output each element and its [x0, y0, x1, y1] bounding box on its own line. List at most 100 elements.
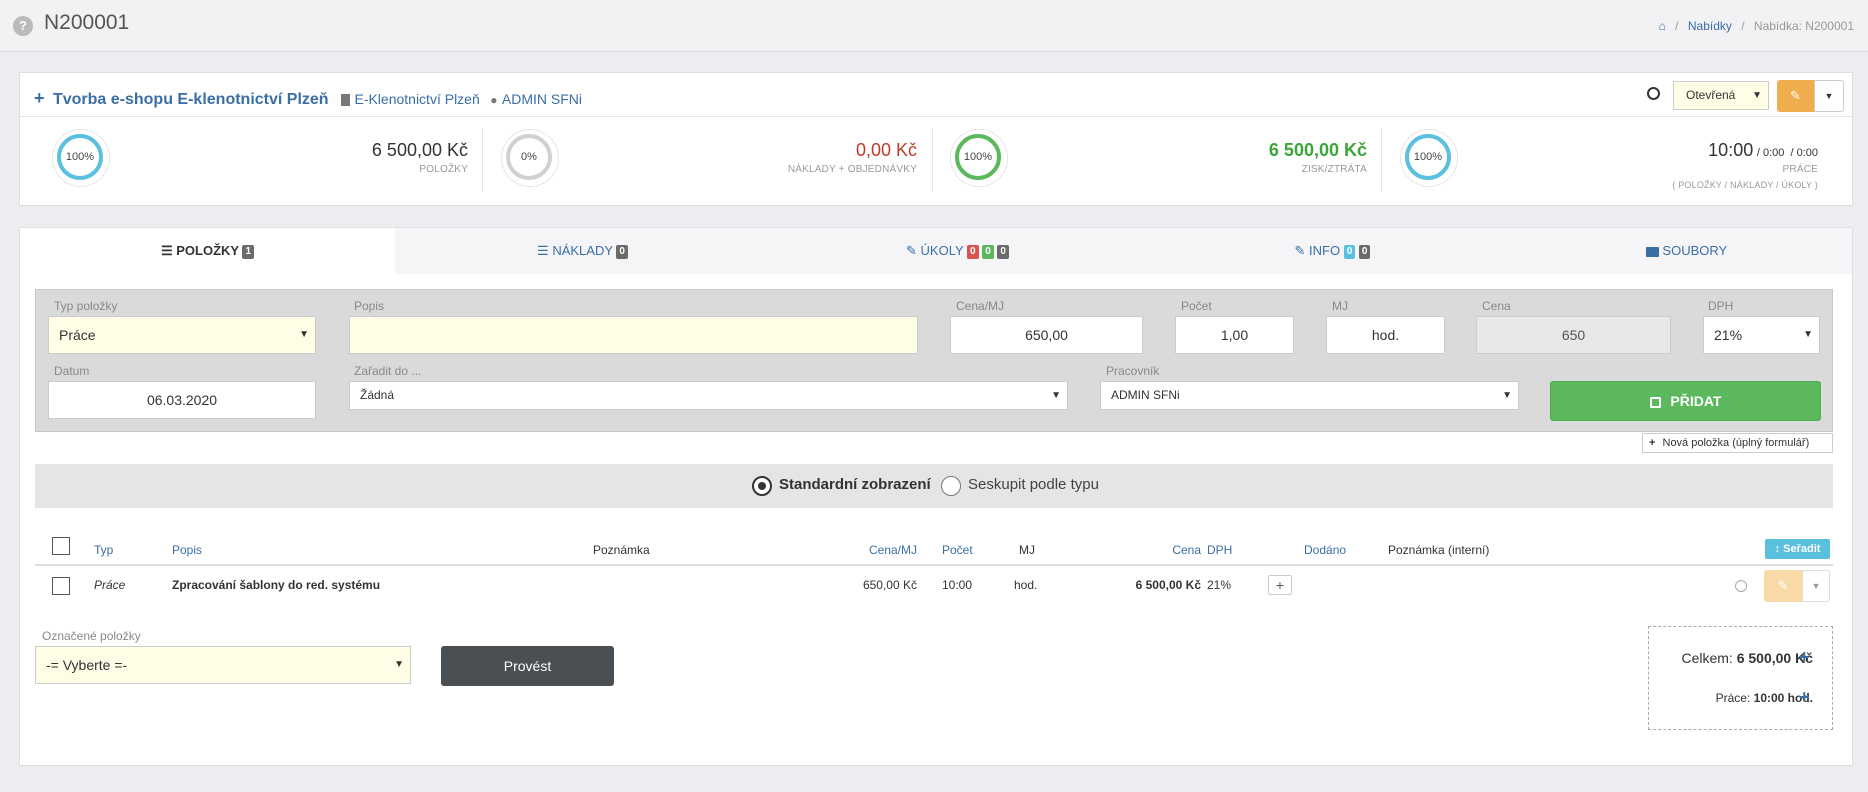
dph-label: DPH	[1708, 299, 1734, 313]
stat-progress-profit: 100%	[950, 129, 1008, 187]
chevron-down-icon: ▼	[1502, 390, 1512, 401]
help-icon[interactable]: ?	[13, 16, 33, 36]
col-cena[interactable]: Cena	[1101, 543, 1201, 557]
stat-work-value: 10:00 / 0:00 / 0:00	[1708, 140, 1818, 160]
offer-user[interactable]: ADMIN SFNi	[502, 91, 582, 107]
col-typ[interactable]: Typ	[94, 543, 113, 557]
zaradit-label: Zařadit do ...	[354, 364, 422, 378]
breadcrumb-link-nabidky[interactable]: Nabídky	[1688, 19, 1732, 33]
plus-icon[interactable]: +	[34, 88, 45, 108]
divider	[482, 128, 483, 192]
stat-progress-work: 100%	[1400, 129, 1458, 187]
pocet-input[interactable]: 1,00	[1175, 316, 1294, 354]
breadcrumb-current: Nabídka: N200001	[1753, 19, 1854, 33]
popis-input[interactable]	[349, 316, 918, 354]
cena-label: Cena	[1482, 299, 1511, 313]
stat-progress-costs: 0%	[501, 129, 559, 187]
clock-icon[interactable]	[1647, 87, 1660, 100]
divider	[932, 128, 933, 192]
pracovnik-select[interactable]: ADMIN SFNi ▼	[1100, 381, 1519, 410]
edit-button[interactable]: ✎	[1777, 80, 1814, 112]
pracovnik-label: Pracovník	[1106, 364, 1160, 378]
execute-button[interactable]: Provést	[441, 646, 614, 686]
popis-label: Popis	[354, 299, 385, 313]
user-icon: ●	[490, 93, 498, 107]
sort-button[interactable]: ↕ Seřadit	[1765, 539, 1830, 559]
offer-company[interactable]: E-Klenotnictví Plzeň	[354, 91, 479, 107]
radio-dot	[758, 482, 766, 490]
cena-mj-input[interactable]: 650,00	[950, 316, 1143, 354]
new-item-full-form-button[interactable]: + Nová položka (úplný formulář)	[1642, 433, 1833, 453]
datum-input[interactable]: 06.03.2020	[48, 381, 316, 419]
home-icon[interactable]: ⌂	[1659, 19, 1666, 33]
tab-ukoly[interactable]: ✎ ÚKOLY 0 0 0	[770, 228, 1145, 274]
row-typ: Práce	[94, 578, 126, 592]
summary-total-plus-icon[interactable]: +	[1799, 647, 1810, 668]
row-dph: 21%	[1207, 578, 1232, 592]
edit-dropdown-button[interactable]: ▼	[1814, 80, 1844, 112]
col-popis[interactable]: Popis	[172, 543, 202, 557]
row-edit-dropdown-button[interactable]: ▼	[1802, 570, 1830, 602]
stat-costs-value: 0,00 Kč	[855, 140, 917, 160]
row-clock-icon[interactable]	[1735, 580, 1747, 592]
radio-group-label[interactable]: Seskupit podle typu	[968, 476, 1099, 493]
mj-label: MJ	[1332, 299, 1348, 313]
stat-items-value: 6 500,00 Kč	[371, 140, 468, 160]
chevron-down-icon: ▼	[394, 659, 404, 670]
typ-label: Typ položky	[54, 299, 118, 313]
tab-info[interactable]: ✎ INFO 0 0	[1145, 228, 1520, 274]
save-icon	[1649, 396, 1661, 408]
row-checkbox[interactable]	[52, 577, 70, 595]
page-header	[0, 0, 1868, 52]
col-poznamka: Poznámka	[593, 543, 650, 557]
select-all-checkbox[interactable]	[52, 537, 70, 555]
add-button[interactable]: PŘIDAT	[1550, 381, 1821, 421]
row-cena-mj: 650,00 Kč	[862, 578, 917, 592]
zaradit-select[interactable]: Žádná ▼	[349, 381, 1068, 410]
status-select[interactable]: Otevřená ▼	[1673, 81, 1769, 110]
offer-name[interactable]: Tvorba e-shopu E-klenotnictví Plzeň	[53, 91, 329, 108]
pocet-label: Počet	[1181, 299, 1212, 313]
stat-costs-label: NÁKLADY + OBJEDNÁVKY	[787, 164, 917, 175]
bulk-action-select[interactable]: -= Vyberte =- ▼	[35, 646, 411, 684]
pencil-icon: ✎	[906, 243, 917, 258]
row-pocet: 10:00	[942, 578, 973, 592]
stat-profit-label: ZISK/ZTRÁTA	[1301, 164, 1367, 175]
summary-work-plus-icon[interactable]: +	[1799, 687, 1810, 708]
row-add-delivery-button[interactable]: +	[1268, 575, 1292, 595]
summary-total: Celkem: 6 500,00 Kč	[1681, 650, 1813, 666]
tab-soubory[interactable]: SOUBORY	[1520, 228, 1853, 274]
typ-select[interactable]: Práce ▼	[48, 316, 316, 354]
summary-work: Práce: 10:00 hod.	[1715, 691, 1813, 705]
chevron-down-icon: ▼	[1803, 329, 1813, 340]
cena-mj-label: Cena/MJ	[956, 299, 1005, 313]
divider	[1381, 128, 1382, 192]
datum-label: Datum	[54, 364, 90, 378]
status-value: Otevřená	[1686, 88, 1736, 102]
plus-icon: +	[1649, 437, 1656, 449]
col-pocet[interactable]: Počet	[942, 543, 973, 557]
list-icon: ☰	[160, 243, 173, 258]
stat-items-label: POLOŽKY	[419, 164, 468, 175]
tab-naklady[interactable]: ☰ NÁKLADY 0	[395, 228, 770, 274]
row-popis[interactable]: Zpracování šablony do red. systému	[172, 578, 380, 592]
dph-select[interactable]: 21% ▼	[1703, 316, 1820, 354]
radio-group[interactable]	[941, 476, 961, 496]
mj-input[interactable]: hod.	[1326, 316, 1445, 354]
chevron-down-icon: ▼	[1752, 90, 1762, 101]
row-cena: 6 500,00 Kč	[1135, 578, 1201, 592]
col-cena-mj[interactable]: Cena/MJ	[817, 543, 917, 557]
radio-standard[interactable]	[752, 476, 772, 496]
tab-polozky[interactable]: ☰ POLOŽKY 1	[20, 228, 395, 274]
stat-profit-value: 6 500,00 Kč	[1268, 140, 1367, 160]
row-edit-button[interactable]: ✎	[1764, 570, 1802, 602]
col-dodano[interactable]: Dodáno	[1304, 543, 1346, 557]
sort-icon: ↕	[1774, 543, 1781, 555]
table-header-border	[35, 564, 1833, 566]
col-dph[interactable]: DPH	[1207, 543, 1232, 557]
building-icon	[341, 93, 351, 106]
radio-standard-label[interactable]: Standardní zobrazení	[779, 476, 931, 493]
stat-progress-items: 100%	[52, 129, 110, 187]
breadcrumb: ⌂ / Nabídky / Nabídka: N200001	[1659, 19, 1854, 33]
folder-icon	[1645, 246, 1659, 257]
